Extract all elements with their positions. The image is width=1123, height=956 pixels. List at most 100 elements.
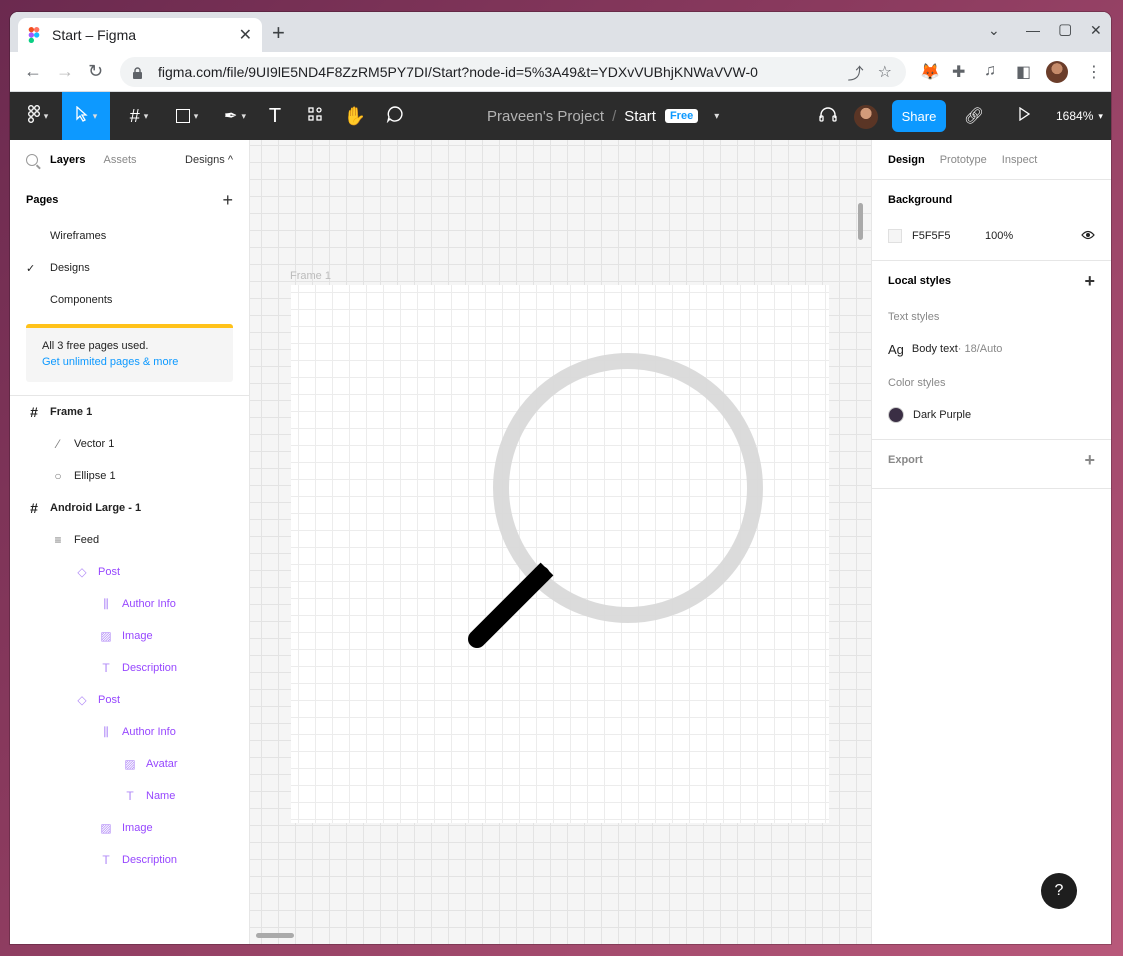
back-icon[interactable]: ←	[24, 61, 42, 81]
page-item[interactable]: Components	[10, 284, 249, 316]
page-item[interactable]: Wireframes	[10, 220, 249, 252]
layer-item[interactable]: ◇ Post	[10, 684, 249, 716]
extensions-puzzle-icon[interactable]: ✚	[952, 62, 965, 82]
background-opacity[interactable]: 100%	[985, 230, 1013, 242]
layer-item[interactable]: ⫼ Author Info	[10, 588, 249, 620]
design-canvas[interactable]: Frame 1	[250, 140, 871, 944]
add-style-icon[interactable]: +	[1084, 271, 1095, 292]
background-hex[interactable]: F5F5F5	[912, 230, 985, 242]
help-button[interactable]: ?	[1041, 873, 1077, 909]
frame-1[interactable]	[291, 285, 829, 823]
layer-name: Name	[146, 790, 176, 802]
present-button[interactable]	[1012, 92, 1036, 140]
layer-item[interactable]: ▨ Avatar	[10, 748, 249, 780]
move-tool-button[interactable]: ▾	[62, 92, 110, 140]
layer-name: Description	[122, 662, 178, 674]
layer-name: Post	[98, 566, 121, 578]
figma-toolbar: ▾ ▾ # ▾ ▾ ✒ ▾ T ✋ Praveen's Project / St…	[10, 92, 1111, 140]
file-name[interactable]: Start	[624, 108, 656, 125]
hand-tool-button[interactable]: ✋	[340, 92, 370, 140]
layer-item[interactable]: ▨ Image	[10, 812, 249, 844]
new-tab-button[interactable]: +	[272, 22, 285, 44]
magnifier-drawing[interactable]	[291, 285, 829, 823]
layer-item[interactable]: T Description	[10, 652, 249, 684]
layer-item[interactable]: T Name	[10, 780, 249, 812]
forward-icon[interactable]: →	[56, 61, 74, 81]
side-panel-icon[interactable]: ◧	[1016, 62, 1031, 82]
cursor-arrow-icon	[75, 105, 89, 127]
maximize-icon[interactable]: ▢	[1058, 20, 1072, 38]
image-icon: ▨	[100, 821, 112, 835]
eye-visibility-icon[interactable]	[1081, 230, 1095, 243]
browser-tab[interactable]: Start – Figma ✕	[18, 18, 262, 52]
layer-item[interactable]: ○ Ellipse 1	[10, 460, 249, 492]
tab-close-icon[interactable]: ✕	[239, 25, 252, 45]
project-name[interactable]: Praveen's Project	[487, 108, 604, 125]
text-t-icon: T	[268, 104, 282, 127]
reload-icon[interactable]: ↻	[88, 61, 103, 81]
zoom-dropdown[interactable]: 1684% ▾	[1056, 92, 1103, 140]
layer-item[interactable]: ⁄ Vector 1	[10, 428, 249, 460]
page-switcher[interactable]: Designs ^	[185, 154, 233, 166]
main-menu-button[interactable]: ▾	[18, 92, 58, 140]
address-bar[interactable]: figma.com/file/9UI9lE5ND4F8ZzRM5PY7DI/St…	[120, 57, 906, 87]
user-avatar[interactable]	[854, 105, 878, 129]
search-icon[interactable]	[26, 154, 38, 166]
horizontal-scrollbar[interactable]	[256, 933, 294, 938]
chrome-menu-icon[interactable]: ⋮	[1086, 62, 1102, 82]
file-breadcrumb[interactable]: Praveen's Project / Start Free ▾	[487, 92, 719, 140]
layer-item[interactable]: # Frame 1	[10, 396, 249, 428]
ellipse-icon: ○	[54, 469, 62, 483]
tab-layers[interactable]: Layers	[50, 154, 85, 166]
layer-item[interactable]: ▨ Image	[10, 620, 249, 652]
bookmark-star-icon[interactable]: ☆	[878, 62, 892, 82]
share-button[interactable]: Share	[892, 100, 946, 132]
chevron-down-icon[interactable]: ▾	[714, 111, 719, 122]
background-fill-row[interactable]: F5F5F5 100%	[888, 220, 1095, 252]
layer-item[interactable]: ◇ Post	[10, 556, 249, 588]
copy-link-button[interactable]: 🔗︎	[962, 92, 986, 140]
vertical-scrollbar[interactable]	[858, 203, 863, 240]
upgrade-link[interactable]: Get unlimited pages & more	[42, 354, 217, 370]
shape-tool-button[interactable]: ▾	[166, 92, 208, 140]
tab-inspect[interactable]: Inspect	[1002, 154, 1037, 166]
page-name: Components	[50, 294, 113, 306]
resources-button[interactable]	[300, 92, 330, 140]
text-tool-button[interactable]: T	[260, 92, 290, 140]
layer-item[interactable]: T Description	[10, 844, 249, 876]
add-export-icon[interactable]: +	[1084, 450, 1095, 471]
tab-assets[interactable]: Assets	[103, 154, 136, 166]
tab-prototype[interactable]: Prototype	[940, 154, 987, 166]
frame-icon: #	[30, 500, 38, 516]
layer-item[interactable]: ⫼ Author Info	[10, 716, 249, 748]
browser-window: Start – Figma ✕ + ⌄ — ▢ ✕ ← → ↻ figma.co…	[10, 12, 1111, 944]
frame-tool-button[interactable]: # ▾	[118, 92, 160, 140]
pen-tool-button[interactable]: ✒ ▾	[214, 92, 256, 140]
comment-tool-button[interactable]	[380, 92, 410, 140]
add-page-icon[interactable]: +	[222, 190, 233, 211]
audio-chat-button[interactable]	[816, 92, 840, 140]
tab-design[interactable]: Design	[888, 154, 925, 166]
metamask-extension-icon[interactable]: 🦊	[920, 62, 940, 82]
chevron-down-icon: ▾	[143, 110, 149, 121]
page-item[interactable]: ✓ Designs	[10, 252, 249, 284]
frame-label[interactable]: Frame 1	[290, 270, 331, 282]
background-swatch[interactable]	[888, 229, 902, 243]
text-icon: T	[102, 853, 110, 867]
color-style-swatch	[888, 407, 904, 423]
figma-favicon-icon	[28, 27, 42, 43]
window-close-icon[interactable]: ✕	[1090, 22, 1102, 39]
vector-icon: ⁄	[56, 437, 59, 451]
media-control-icon[interactable]: ♫	[984, 62, 996, 80]
share-page-icon[interactable]: ⤴	[848, 60, 864, 84]
layer-item[interactable]: # Android Large - 1	[10, 492, 249, 524]
color-style-item[interactable]: Dark Purple	[888, 399, 1095, 431]
frame-icon: #	[30, 404, 38, 420]
instance-icon: ◇	[77, 693, 87, 707]
tab-search-icon[interactable]: ⌄	[988, 22, 1000, 39]
minimize-icon[interactable]: —	[1026, 22, 1040, 38]
profile-avatar[interactable]	[1046, 61, 1068, 83]
export-label: Export	[888, 454, 923, 466]
layer-item[interactable]: ≡ Feed	[10, 524, 249, 556]
text-style-item[interactable]: Ag Body text · 18/Auto	[888, 333, 1095, 365]
